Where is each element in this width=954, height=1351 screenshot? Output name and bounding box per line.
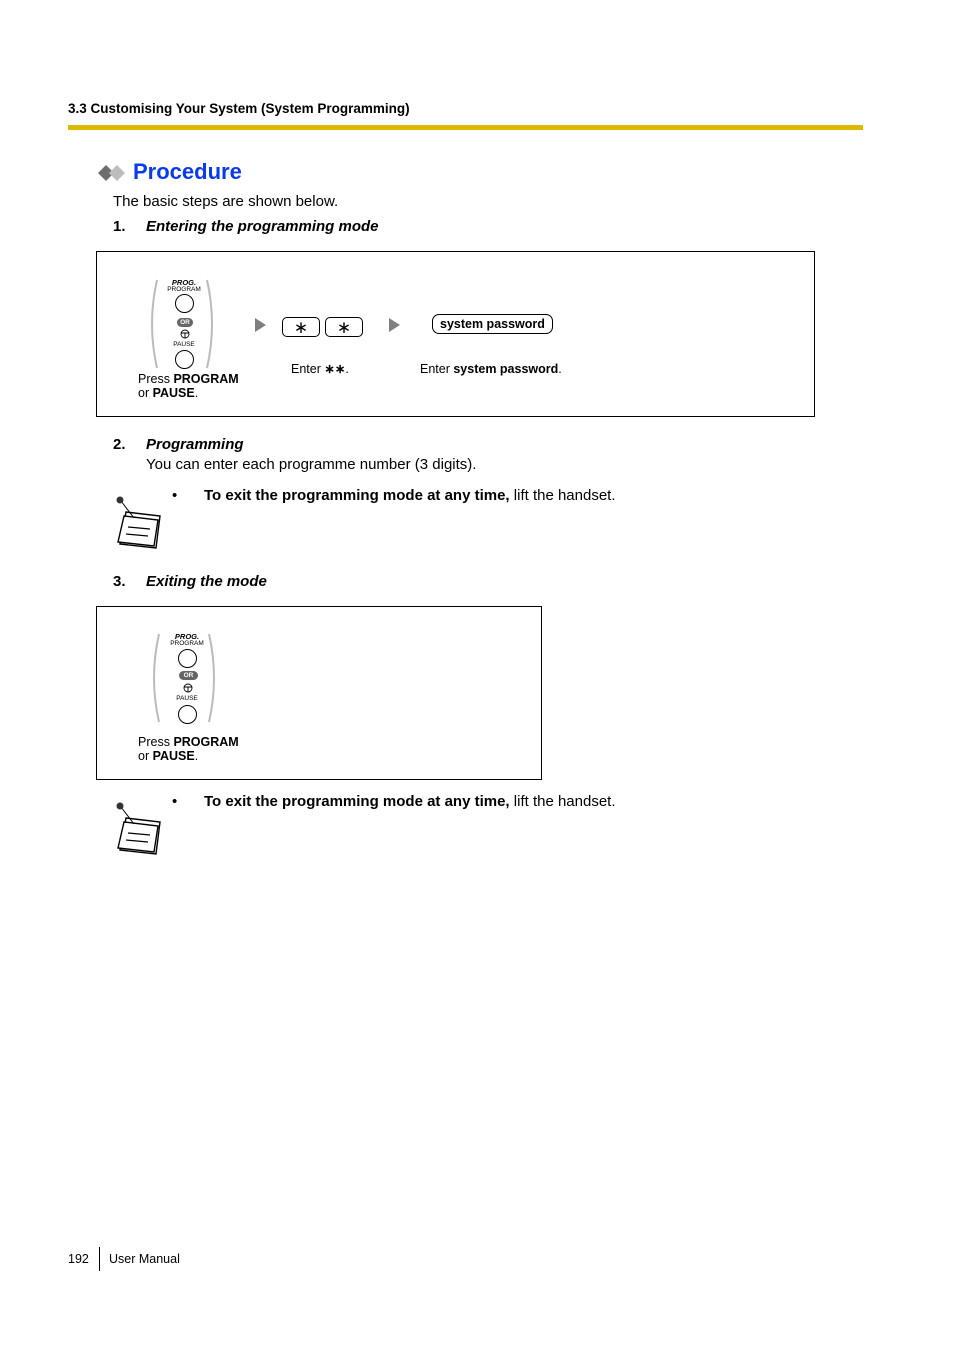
pause-label: PAUSE	[173, 341, 195, 348]
caption-program: PROGRAM	[173, 372, 239, 386]
star-key[interactable]: ∗	[282, 317, 320, 337]
note-bold-text: To exit the programming mode at any time…	[204, 487, 510, 504]
note-memo-icon	[116, 496, 161, 549]
double-diamond-icon	[98, 165, 125, 181]
arrow-right-icon	[389, 318, 400, 332]
caption-text: Enter	[420, 362, 454, 376]
press-program-caption: Press PROGRAM or PAUSE.	[138, 735, 239, 763]
caption-text: .	[194, 386, 199, 400]
note-text: lift the handset.	[509, 487, 616, 504]
caption-program: PROGRAM	[173, 735, 239, 749]
enter-star-caption: Enter ∗∗.	[291, 362, 349, 376]
caption-text: .	[345, 362, 349, 376]
step-2-number: 2.	[113, 436, 126, 453]
procedure-intro: The basic steps are shown below.	[113, 193, 339, 210]
pause-key[interactable]	[175, 350, 194, 369]
step-1-diagram: PROG. PROGRAM OR PAUSE Press PROGRAM or …	[96, 251, 815, 417]
program-label: PROGRAM	[170, 640, 204, 647]
step-3-title: Exiting the mode	[146, 573, 267, 590]
program-key[interactable]	[178, 649, 197, 668]
step-2-note: To exit the programming mode at any time…	[204, 487, 616, 504]
step-1-number: 1.	[113, 218, 126, 235]
note-memo-icon	[116, 802, 161, 855]
step-1-title: Entering the programming mode	[146, 218, 379, 235]
caption-pause: PAUSE	[152, 386, 195, 400]
page-number: 192	[68, 1252, 89, 1266]
caption-pause: PAUSE	[152, 749, 195, 763]
step-3-diagram: PROG. PROGRAM OR PAUSE Press PROGRAM or …	[96, 606, 542, 780]
arrow-right-icon	[255, 318, 266, 332]
caption-text: or	[138, 749, 153, 763]
header-rule	[68, 125, 863, 130]
note-text: lift the handset.	[509, 793, 616, 810]
step-2-title: Programming	[146, 436, 244, 453]
procedure-title: Procedure	[133, 159, 242, 184]
program-label: PROGRAM	[167, 286, 201, 293]
caption-text: .	[558, 362, 562, 376]
caption-password: system password	[453, 362, 559, 376]
step-2-body: You can enter each programme number (3 d…	[146, 456, 477, 473]
caption-text: or	[138, 386, 153, 400]
footer-divider	[99, 1247, 100, 1271]
pause-key[interactable]	[178, 705, 197, 724]
or-badge: OR	[179, 671, 198, 680]
star-glyphs: ∗∗	[324, 362, 346, 376]
step-3-note: To exit the programming mode at any time…	[204, 793, 616, 810]
caption-text: Press	[138, 735, 174, 749]
caption-text: Press	[138, 372, 174, 386]
step-3-number: 3.	[113, 573, 126, 590]
note-bullet: •	[172, 793, 178, 810]
caption-text: Enter	[291, 362, 325, 376]
enter-password-caption: Enter system password.	[420, 362, 562, 376]
or-badge: OR	[177, 318, 193, 327]
note-bullet: •	[172, 487, 178, 504]
program-key[interactable]	[175, 294, 194, 313]
system-password-key[interactable]: system password	[432, 314, 553, 334]
press-program-caption: Press PROGRAM or PAUSE.	[138, 372, 239, 400]
pause-label: PAUSE	[176, 695, 198, 702]
note-bold-text: To exit the programming mode at any time…	[204, 793, 510, 810]
footer-label: User Manual	[109, 1252, 180, 1266]
caption-text: .	[194, 749, 199, 763]
section-header: 3.3 Customising Your System (System Prog…	[68, 101, 410, 116]
steering-wheel-icon	[180, 329, 190, 339]
steering-wheel-icon	[183, 683, 193, 693]
star-key[interactable]: ∗	[325, 317, 363, 337]
